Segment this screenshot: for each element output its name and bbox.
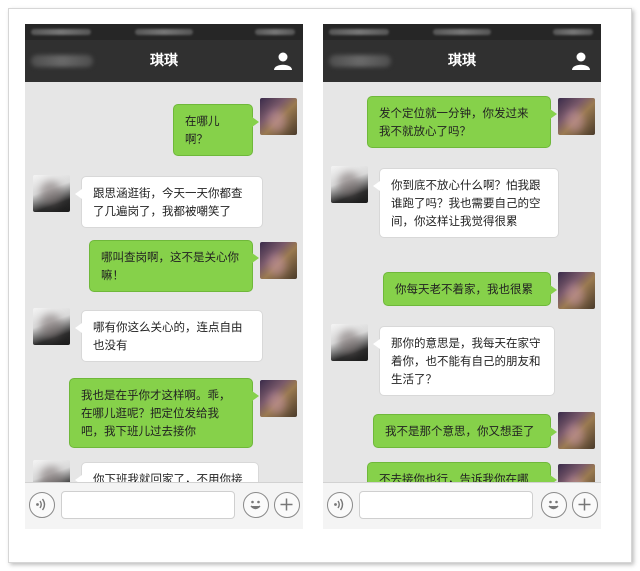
message-list[interactable]: 在哪儿啊？ 跟思涵逛街，今天一天你都查了几遍岗了，我都被嘲笑了 哪叫查岗啊，这不… <box>25 82 303 497</box>
plus-icon <box>280 498 293 511</box>
blurred-status-right <box>255 29 295 35</box>
contact-avatar[interactable] <box>33 175 70 212</box>
right-chat-screen: 琪琪 发个定位就一分钟，你发过来我不就放心了吗？ 你到底不放心什么啊？怕我跟谁跑… <box>323 24 601 529</box>
my-avatar[interactable] <box>558 272 595 309</box>
message-input[interactable] <box>359 491 533 519</box>
message-bubble: 哪叫查岗啊，这不是关心你嘛！ <box>89 240 259 292</box>
blurred-status-right <box>553 29 593 35</box>
input-bar <box>25 482 303 529</box>
emoji-button[interactable] <box>243 492 269 518</box>
voice-button[interactable] <box>327 492 353 518</box>
contact-avatar[interactable] <box>331 166 368 203</box>
left-chat-screen: 琪琪 在哪儿啊？ 跟思涵逛街，今天一天你都查了几遍岗了，我都被嘲笑了 哪叫查岗啊… <box>25 24 303 529</box>
message-bubble: 你每天老不着家，我也很累 <box>383 272 557 306</box>
emoji-icon <box>548 500 559 510</box>
message-bubble: 发个定位就一分钟，你发过来我不就放心了吗？ <box>367 96 557 148</box>
voice-button[interactable] <box>29 492 55 518</box>
contact-avatar[interactable] <box>33 308 70 345</box>
message-bubble: 哪有你这么关心的，连点自由也没有 <box>75 310 263 362</box>
emoji-icon <box>250 500 261 510</box>
voice-icon <box>36 498 46 511</box>
more-button[interactable] <box>274 492 300 518</box>
blurred-status-left <box>329 29 389 35</box>
message-bubble: 在哪儿啊？ <box>173 104 259 156</box>
plus-icon <box>578 498 591 511</box>
chat-title: 琪琪 <box>448 53 476 69</box>
chat-title-bar: 琪琪 <box>25 40 303 82</box>
input-bar <box>323 482 601 529</box>
my-avatar[interactable] <box>260 380 297 417</box>
blurred-status-left <box>31 29 91 35</box>
chat-title: 琪琪 <box>150 53 178 69</box>
status-bar <box>25 24 303 40</box>
message-input[interactable] <box>61 491 235 519</box>
my-avatar[interactable] <box>558 412 595 449</box>
my-avatar[interactable] <box>260 98 297 135</box>
blurred-status-center <box>135 29 193 35</box>
message-bubble: 我也是在乎你才这样啊。乖，在哪儿逛呢？把定位发给我吧，我下班儿过去接你 <box>69 378 259 448</box>
message-bubble: 那你的意思是，我每天在家守着你，也不能有自己的朋友和生活了？ <box>373 326 555 396</box>
contact-avatar[interactable] <box>331 324 368 361</box>
my-avatar[interactable] <box>260 242 297 279</box>
voice-icon <box>334 498 344 511</box>
blurred-status-center <box>433 29 491 35</box>
person-icon[interactable] <box>273 51 293 71</box>
message-bubble: 你到底不放心什么啊？怕我跟谁跑了吗？我也需要自己的空间，你这样让我觉得很累 <box>373 168 559 238</box>
my-avatar[interactable] <box>558 98 595 135</box>
status-bar <box>323 24 601 40</box>
message-list[interactable]: 发个定位就一分钟，你发过来我不就放心了吗？ 你到底不放心什么啊？怕我跟谁跑了吗？… <box>323 82 601 514</box>
message-bubble: 我不是那个意思，你又想歪了 <box>373 414 557 448</box>
person-icon[interactable] <box>571 51 591 71</box>
emoji-button[interactable] <box>541 492 567 518</box>
more-button[interactable] <box>572 492 598 518</box>
chat-title-bar: 琪琪 <box>323 40 601 82</box>
message-bubble: 跟思涵逛街，今天一天你都查了几遍岗了，我都被嘲笑了 <box>75 176 263 228</box>
